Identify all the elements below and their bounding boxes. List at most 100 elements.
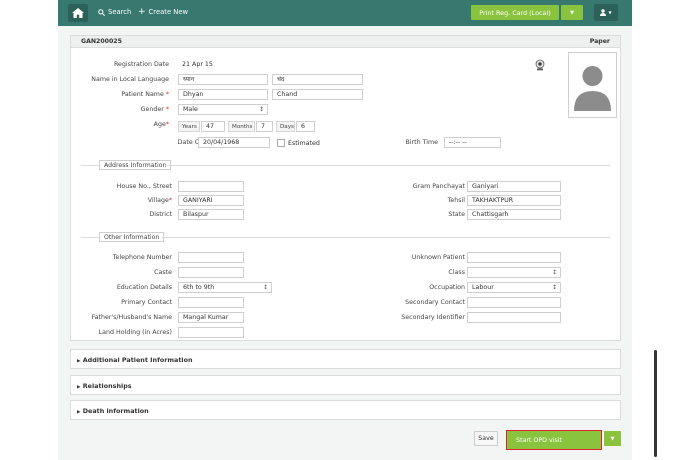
unknown-patient-input[interactable]	[467, 252, 561, 263]
print-dropdown-button[interactable]: ▼	[561, 5, 583, 20]
father-husband-input[interactable]: Mangal Kumar	[178, 312, 244, 323]
gram-panchayat-input[interactable]: Ganiyari	[467, 181, 561, 192]
gender-select[interactable]: Male	[178, 104, 268, 115]
print-reg-card-button[interactable]: Print Reg. Card (Local)	[471, 5, 559, 20]
caret-down-icon: ▼	[608, 10, 612, 15]
create-new-label: Create New	[148, 8, 189, 16]
education-select[interactable]: 6th to 9th	[178, 282, 272, 293]
accordion-additional-label: Additional Patient Information	[82, 356, 193, 364]
last-name-input[interactable]: Chand	[272, 89, 363, 100]
secondary-identifier-input[interactable]	[467, 312, 561, 323]
print-reg-card-label: Print Reg. Card (Local)	[479, 8, 551, 17]
months-input[interactable]: 7	[256, 121, 273, 132]
required-mark: *	[165, 91, 169, 98]
age-label-text: Age	[153, 121, 166, 128]
district-label: District	[149, 211, 172, 218]
unknown-patient-label: Unknown Patient	[411, 254, 465, 261]
divider	[165, 165, 610, 166]
secondary-contact-input[interactable]	[467, 297, 561, 308]
years-input[interactable]: 47	[201, 121, 225, 132]
user-menu-button[interactable]: ▼	[594, 4, 618, 21]
webcam-button[interactable]	[534, 59, 546, 71]
class-label: Class	[448, 269, 465, 276]
search-link[interactable]: Search	[98, 8, 131, 16]
father-husband-label: Father's/Husband's Name	[91, 314, 172, 321]
days-input[interactable]: 6	[296, 121, 315, 132]
search-label: Search	[108, 8, 132, 16]
patient-photo[interactable]	[568, 52, 617, 118]
required-mark: *	[165, 121, 169, 128]
home-button[interactable]	[68, 4, 88, 22]
land-holding-input[interactable]	[178, 327, 244, 338]
accordion-label: ▶ Death information	[77, 407, 149, 415]
days-label: Days	[276, 121, 295, 132]
other-section-header: Other Information	[99, 232, 165, 242]
avatar-placeholder-icon	[574, 66, 611, 111]
paper-label: Paper	[589, 38, 610, 45]
caret-right-icon: ▶	[77, 385, 81, 390]
plus-icon: +	[138, 7, 146, 17]
secondary-identifier-label: Secondary Identifier	[401, 314, 465, 321]
estimated-checkbox[interactable]	[277, 139, 285, 147]
secondary-contact-label: Secondary Contact	[405, 299, 465, 306]
accordion-relationships[interactable]: ▶ Relationships	[70, 375, 621, 395]
accordion-relationships-label: Relationships	[82, 382, 132, 390]
village-label-text: Village	[147, 197, 169, 204]
months-label: Months	[228, 121, 255, 132]
primary-contact-input[interactable]	[178, 297, 244, 308]
caret-right-icon: ▶	[77, 359, 81, 364]
accordion-additional-info[interactable]: ▶ Additional Patient Information	[70, 349, 621, 369]
local-first-name-input[interactable]: ध्यान	[178, 74, 268, 85]
district-input[interactable]: Bilaspur	[178, 209, 244, 220]
age-label: Age*	[154, 121, 169, 128]
create-new-link[interactable]: + Create New	[138, 7, 189, 17]
caste-input[interactable]	[178, 267, 244, 278]
state-input[interactable]: Chattisgarh	[467, 209, 561, 220]
divider	[81, 237, 100, 238]
accordion-death-info[interactable]: ▶ Death information	[70, 400, 621, 420]
first-name-input[interactable]: Dhyan	[178, 89, 268, 100]
village-input[interactable]: GANIYARI	[178, 195, 244, 206]
opd-dropdown-button[interactable]: ▼	[604, 431, 621, 446]
estimated-label: Estimated	[288, 140, 320, 147]
top-navbar: Search + Create New Print Reg. Card (Loc…	[58, 0, 632, 26]
gender-label: Gender *	[141, 106, 169, 113]
accordion-label: ▶ Relationships	[77, 382, 132, 390]
tehsil-label: Tehsil	[447, 197, 465, 204]
local-last-name-input[interactable]: चंद	[272, 74, 363, 85]
state-label: State	[448, 211, 465, 218]
gender-label-text: Gender	[140, 106, 164, 113]
caret-down-icon: ▼	[610, 435, 615, 442]
house-street-label: House No., Street	[116, 183, 172, 190]
patient-name-label-text: Patient Name	[121, 91, 164, 98]
caret-down-icon: ▼	[570, 9, 574, 16]
education-label: Education Details	[116, 284, 172, 291]
caste-label: Caste	[154, 269, 172, 276]
webcam-icon	[535, 59, 545, 71]
patient-id: GAN200025	[81, 38, 122, 45]
home-icon	[72, 8, 84, 18]
accordion-death-label: Death information	[82, 407, 149, 415]
save-button[interactable]: Save	[474, 431, 498, 446]
birth-time-input[interactable]: --:-- --	[444, 137, 501, 148]
registration-date-label: Registration Date	[113, 61, 169, 68]
years-label: Years	[178, 121, 200, 132]
tehsil-input[interactable]: TAKHAKTPUR	[467, 195, 561, 206]
gram-panchayat-label: Gram Panchayat	[412, 183, 465, 190]
class-select[interactable]	[467, 267, 561, 278]
dob-input[interactable]: 20/04/1968	[198, 137, 270, 148]
occupation-select[interactable]: Labour	[467, 282, 561, 293]
birth-time-label: Birth Time	[405, 139, 438, 146]
user-icon	[600, 9, 607, 16]
occupation-label: Occupation	[429, 284, 465, 291]
divider	[162, 237, 610, 238]
start-opd-visit-button[interactable]: Start OPD visit	[506, 430, 602, 450]
land-holding-label: Land Holding (in Acres)	[98, 329, 172, 336]
address-section-header: Address Information	[99, 160, 172, 170]
scrollbar[interactable]	[654, 350, 657, 457]
card-header: GAN200025 Paper	[71, 36, 620, 48]
divider	[81, 165, 100, 166]
caret-right-icon: ▶	[77, 410, 81, 415]
telephone-input[interactable]	[178, 252, 244, 263]
house-street-input[interactable]	[178, 181, 244, 192]
